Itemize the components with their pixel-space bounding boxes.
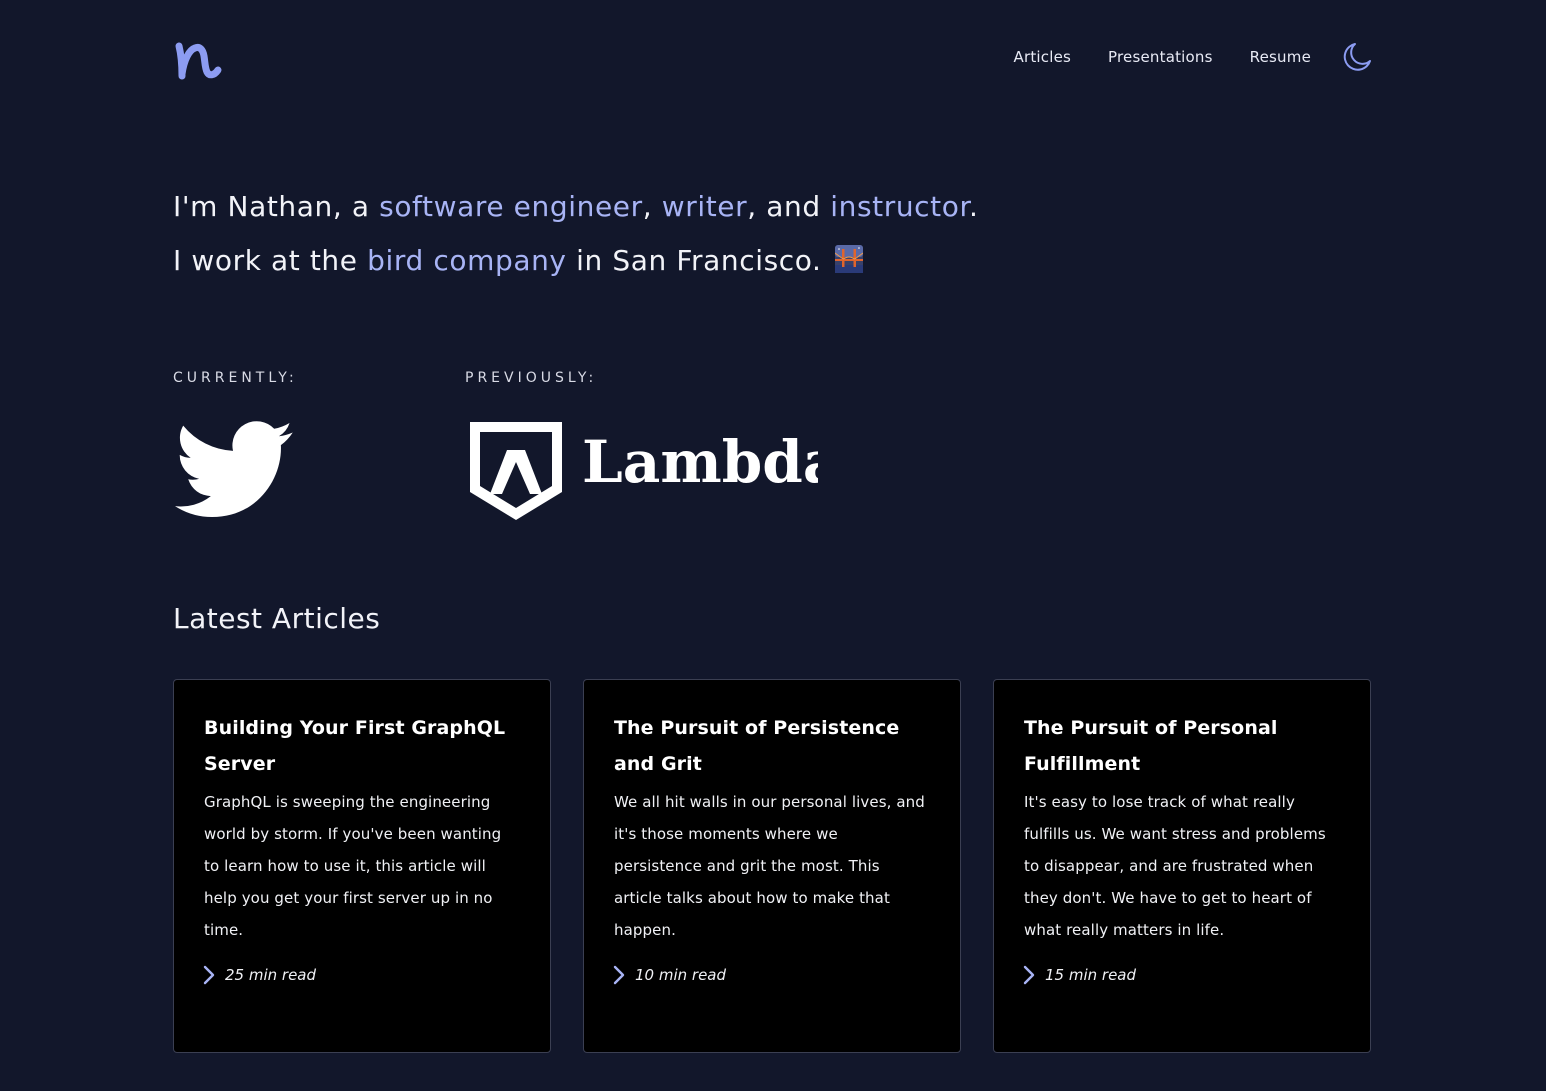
read-time: 15 min read: [1045, 966, 1137, 984]
hero-text: in San Francisco.: [566, 244, 822, 277]
hero-intro: I'm Nathan, a software engineer, writer,…: [173, 180, 1373, 288]
article-title[interactable]: The Pursuit of Personal Fulfillment: [1024, 710, 1340, 782]
chevron-right-icon: [1023, 965, 1035, 985]
hero-line-2: I work at the bird company in San Franci…: [173, 234, 1373, 288]
hero-text: ,: [642, 190, 662, 223]
read-time: 25 min read: [225, 966, 317, 984]
page-container: Articles Presentations Resume I'm Nathan…: [173, 0, 1373, 1091]
bridge-at-night-icon: [835, 245, 864, 273]
article-meta: 25 min read: [202, 964, 316, 986]
link-writer[interactable]: writer: [662, 190, 748, 223]
article-title[interactable]: Building Your First GraphQL Server: [204, 710, 520, 782]
chevron-right-icon: [203, 965, 215, 985]
link-software-engineer[interactable]: software engineer: [379, 190, 643, 223]
latest-articles-heading: Latest Articles: [173, 602, 381, 635]
chevron-right-icon: [613, 965, 625, 985]
currently-label: CURRENTLY:: [173, 370, 298, 386]
article-card-persistence[interactable]: The Pursuit of Persistence and Grit We a…: [583, 679, 961, 1053]
article-description: It's easy to lose track of what really f…: [1024, 793, 1326, 939]
nav-resume[interactable]: Resume: [1250, 48, 1311, 66]
article-title[interactable]: The Pursuit of Persistence and Grit: [614, 710, 930, 782]
article-meta: 10 min read: [612, 964, 726, 986]
article-card-graphql[interactable]: Building Your First GraphQL Server Graph…: [173, 679, 551, 1053]
link-instructor[interactable]: instructor: [830, 190, 969, 223]
read-time: 10 min read: [635, 966, 727, 984]
hero-text: .: [969, 190, 979, 223]
previously-label: PREVIOUSLY:: [465, 370, 598, 386]
article-description: We all hit walls in our personal lives, …: [614, 793, 925, 939]
nav-articles[interactable]: Articles: [1013, 48, 1071, 66]
hero-text: I'm Nathan, a: [173, 190, 380, 223]
article-description: GraphQL is sweeping the engineering worl…: [204, 793, 502, 939]
lambda-wordmark: Lambda: [582, 428, 818, 496]
hero-text: , and: [747, 190, 831, 223]
moon-icon[interactable]: [1341, 41, 1373, 73]
article-cards: Building Your First GraphQL Server Graph…: [173, 679, 1373, 1055]
article-card-fulfillment[interactable]: The Pursuit of Personal Fulfillment It's…: [993, 679, 1371, 1053]
nav-presentations[interactable]: Presentations: [1108, 48, 1213, 66]
link-bird-company[interactable]: bird company: [367, 244, 567, 277]
lambda-shield-icon: [470, 422, 562, 520]
site-logo-icon[interactable]: [173, 34, 225, 82]
article-meta: 15 min read: [1022, 964, 1136, 986]
site-header: Articles Presentations Resume: [173, 30, 1373, 86]
hero-text: I work at the: [173, 244, 368, 277]
main-nav: Articles Presentations Resume: [1013, 40, 1373, 74]
hero-line-1: I'm Nathan, a software engineer, writer,…: [173, 180, 1373, 234]
twitter-bird-icon[interactable]: [175, 420, 293, 520]
lambda-logo[interactable]: Lambda: [468, 420, 818, 524]
